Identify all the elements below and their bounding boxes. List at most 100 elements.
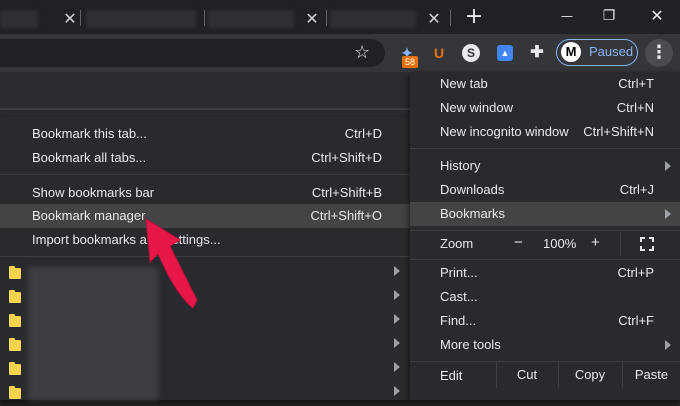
u-extension-icon[interactable]: U xyxy=(428,42,450,64)
tab-close-icon[interactable]: ✕ xyxy=(302,9,322,29)
extension-badge: 58 xyxy=(402,56,419,68)
bookmark-folder[interactable] xyxy=(0,286,410,310)
chevron-right-icon xyxy=(394,290,400,300)
folder-icon xyxy=(9,386,21,399)
tab-title-blurred xyxy=(208,10,294,28)
chrome-menu-button[interactable]: ⋮ xyxy=(645,39,673,67)
paste-button[interactable]: Paste xyxy=(623,362,680,388)
page-content-blurred xyxy=(0,72,420,118)
show-bookmarks-bar-item[interactable]: Show bookmarks bar Ctrl+Shift+B xyxy=(0,181,410,205)
find-item[interactable]: Find... Ctrl+F xyxy=(410,309,680,333)
bookmarks-submenu: Bookmark this tab... Ctrl+D Bookmark all… xyxy=(0,117,410,400)
bookmark-folder[interactable] xyxy=(0,334,410,358)
menu-item-shortcut: Ctrl+Shift+B xyxy=(311,185,382,200)
bookmarks-item[interactable]: Bookmarks xyxy=(410,202,680,226)
browser-tab[interactable]: ✕ xyxy=(328,6,448,32)
bookmark-this-tab-item[interactable]: Bookmark this tab... Ctrl+D xyxy=(0,122,410,146)
menu-item-label: New tab xyxy=(440,76,488,91)
zoom-divider xyxy=(620,232,621,256)
menu-item-label: Bookmark all tabs... xyxy=(32,150,147,165)
cut-button[interactable]: Cut xyxy=(497,362,557,388)
restore-button[interactable]: ❐ xyxy=(594,5,624,29)
person-extension-glyph: ▲ xyxy=(497,45,513,61)
folder-icon xyxy=(9,266,21,279)
chevron-right-icon xyxy=(665,340,671,350)
profile-button[interactable]: M Paused xyxy=(556,39,638,66)
bookmark-folder[interactable] xyxy=(0,310,410,334)
menu-separator xyxy=(0,174,410,175)
menu-item-shortcut: Ctrl+T xyxy=(618,76,654,91)
tab-separator xyxy=(450,10,451,26)
minimize-button[interactable]: — xyxy=(552,5,582,29)
person-extension-icon[interactable]: ▲ xyxy=(494,42,516,64)
tab-title-blurred xyxy=(330,10,416,28)
tab-close-icon[interactable]: ✕ xyxy=(424,9,444,29)
tab-close-icon[interactable]: ✕ xyxy=(60,9,80,29)
bookmark-folder[interactable] xyxy=(0,262,410,286)
bookmark-manager-item[interactable]: Bookmark manager Ctrl+Shift+O xyxy=(0,204,410,228)
menu-item-label: Bookmark this tab... xyxy=(32,126,147,141)
print-item[interactable]: Print... Ctrl+P xyxy=(410,261,680,285)
chevron-right-icon xyxy=(394,362,400,372)
menu-separator xyxy=(410,148,680,149)
menu-item-label: More tools xyxy=(440,337,501,352)
new-incognito-window-item[interactable]: New incognito window Ctrl+Shift+N xyxy=(410,120,680,144)
downloads-item[interactable]: Downloads Ctrl+J xyxy=(410,178,680,202)
chevron-right-icon xyxy=(665,161,671,171)
menu-item-label: Edit xyxy=(440,368,463,383)
menu-item-shortcut: Ctrl+Shift+N xyxy=(583,124,654,139)
menu-item-label: New window xyxy=(440,100,513,115)
menu-item-label: Print... xyxy=(440,265,478,280)
menu-item-shortcut: Ctrl+J xyxy=(619,182,654,197)
bookmark-all-tabs-item[interactable]: Bookmark all tabs... Ctrl+Shift+D xyxy=(0,146,410,170)
profile-status: Paused xyxy=(589,44,634,59)
address-bar[interactable]: ☆ xyxy=(0,39,385,67)
chevron-right-icon xyxy=(394,266,400,276)
menu-item-shortcut: Ctrl+P xyxy=(617,265,654,280)
edit-row: Edit Cut Copy Paste xyxy=(410,362,680,388)
menu-item-label: Downloads xyxy=(440,182,505,197)
menu-item-shortcut: Ctrl+F xyxy=(618,313,654,328)
tab-separator xyxy=(326,10,327,26)
menu-item-label: Cast... xyxy=(440,289,478,304)
more-tools-item[interactable]: More tools xyxy=(410,333,680,357)
menu-separator xyxy=(410,230,680,231)
menu-separator xyxy=(0,256,410,257)
s-extension-icon[interactable]: S xyxy=(460,42,482,64)
menu-item-shortcut: Ctrl+N xyxy=(616,100,654,115)
tab-strip: ✕ ✕ ✕ ✕ + — ❐ ✕ xyxy=(0,0,680,34)
zoom-out-button[interactable]: − xyxy=(514,234,523,251)
puzzle-icon[interactable]: ✚ xyxy=(526,42,548,64)
cast-item[interactable]: Cast... xyxy=(410,285,680,309)
chevron-right-icon xyxy=(665,209,671,219)
menu-item-label: Find... xyxy=(440,313,477,328)
menu-item-shortcut: Ctrl+Shift+D xyxy=(311,150,382,165)
history-item[interactable]: History xyxy=(410,154,680,178)
browser-tab[interactable]: ✕ xyxy=(0,6,80,32)
bookmark-folder[interactable] xyxy=(0,358,410,382)
new-tab-button[interactable]: + xyxy=(462,6,486,30)
menu-item-label: Zoom xyxy=(440,236,474,251)
chevron-right-icon xyxy=(394,338,400,348)
menu-item-label: History xyxy=(440,158,481,173)
new-tab-item[interactable]: New tab Ctrl+T xyxy=(410,72,680,96)
menu-item-label: Bookmark manager xyxy=(32,208,146,223)
new-window-item[interactable]: New window Ctrl+N xyxy=(410,96,680,120)
s-extension-glyph: S xyxy=(462,44,480,62)
tab-title-blurred xyxy=(86,10,196,28)
browser-tab[interactable]: ✕ xyxy=(206,6,326,32)
browser-toolbar: ☆ ✦ 58 U S ▲ ✚ M Paused ⋮ xyxy=(0,34,680,72)
close-window-button[interactable]: ✕ xyxy=(642,5,672,29)
menu-item-label: Bookmarks xyxy=(440,206,506,221)
bookmark-star-icon[interactable]: ☆ xyxy=(354,42,370,63)
import-bookmarks-item[interactable]: Import bookmarks and settings... xyxy=(0,228,410,252)
menu-item-shortcut: Ctrl+Shift+O xyxy=(310,208,382,223)
bookmark-folder[interactable] xyxy=(0,382,410,406)
menu-item-shortcut: Ctrl+D xyxy=(344,126,382,141)
folder-icon xyxy=(9,362,21,375)
zoom-in-button[interactable]: + xyxy=(591,234,600,251)
fullscreen-icon[interactable] xyxy=(640,237,654,251)
chevron-right-icon xyxy=(394,314,400,324)
copy-button[interactable]: Copy xyxy=(559,362,621,388)
menu-separator xyxy=(410,259,680,260)
